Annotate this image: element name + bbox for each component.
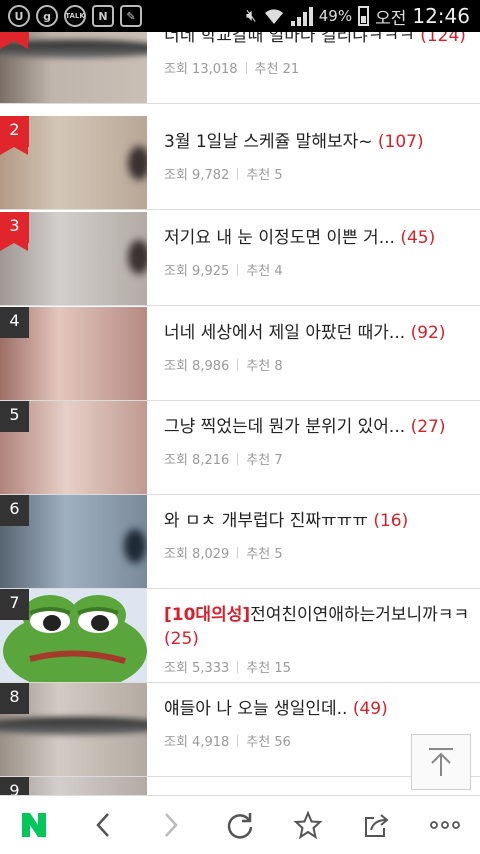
view-count: 조회 8,986 [164, 359, 230, 374]
view-count: 조회 8,216 [164, 453, 230, 468]
refresh-icon [227, 812, 252, 839]
rank-badge: 5 [0, 401, 29, 432]
bookmark-icon [293, 809, 323, 839]
post-title: [10대의성]전여친이연애하는거보니까ㅋㅋ (25) [164, 605, 470, 649]
more-icon [430, 820, 461, 829]
view-count: 조회 9,782 [164, 168, 230, 183]
forward-icon [165, 812, 178, 837]
list-item[interactable]: 8 얘들아 나 오늘 생일인데.. (49) 조회 4,918 추천 56 [0, 683, 480, 777]
list-item[interactable]: 3 저기요 내 눈 이정도면 이쁜 거... (45) 조회 9,925 추천 4 [0, 212, 480, 306]
post-title: 그냥 찍었는데 뭔가 분위기 있어... (27) [164, 417, 446, 437]
like-count: 추천 5 [246, 168, 283, 183]
rank-badge: 1 [0, 32, 29, 49]
share-button[interactable] [343, 796, 412, 854]
like-count: 추천 4 [246, 264, 283, 279]
rank-badge: 9 [0, 777, 29, 795]
view-count: 조회 8,029 [164, 547, 230, 562]
share-icon [364, 813, 389, 837]
like-count: 추천 5 [246, 547, 283, 562]
comment-count: (124) [420, 32, 466, 46]
post-title: 3월 1일날 스케쥴 말해보자~ (107) [164, 132, 424, 152]
comment-count: (45) [400, 228, 436, 248]
list-item[interactable]: 4 너네 세상에서 제일 아팠던 때가... (92) 조회 8,986 추천 8 [0, 307, 480, 401]
forward-button[interactable] [137, 796, 206, 854]
post-title: 너네 학교갈때 얼마나 걸리냐ㅋㅋㅋ (124) [164, 32, 470, 48]
view-count: 조회 9,925 [164, 264, 230, 279]
back-icon [96, 812, 109, 837]
u-plus-icon: U [8, 5, 30, 27]
rank-badge: 7 [0, 589, 29, 620]
scroll-top-icon [429, 748, 453, 776]
like-count: 추천 7 [246, 453, 283, 468]
post-title: 너네 세상에서 제일 아팠던 때가... (92) [164, 323, 446, 343]
bookmark-button[interactable] [274, 796, 343, 854]
like-count: 추천 56 [246, 735, 291, 750]
list-item[interactable]: 1 너네 학교갈때 얼마나 걸리냐ㅋㅋㅋ (124) 조회 13,018 추천 2… [0, 32, 480, 104]
status-bar: U g TALK N ✎ 🔇︎ 49% 오전 12:46 [0, 0, 480, 32]
comment-count: (49) [352, 699, 388, 719]
comment-count: (92) [410, 323, 446, 343]
refresh-button[interactable] [206, 796, 275, 854]
wifi-icon [264, 9, 283, 24]
signal-icon [290, 6, 313, 26]
rank-badge: 2 [0, 116, 29, 155]
like-count: 추천 21 [254, 62, 300, 77]
naver-home-button[interactable] [0, 796, 69, 854]
post-title: 와 ㅁㅊ 개부럽다 진짜ㅠㅠㅠ (16) [164, 511, 409, 531]
note-icon: ✎ [120, 5, 142, 27]
kakaotalk-icon: TALK [64, 5, 86, 27]
list-item[interactable]: 2 3월 1일날 스케쥴 말해보자~ (107) 조회 9,782 추천 5 [0, 116, 480, 210]
post-list: 1 너네 학교갈때 얼마나 걸리냐ㅋㅋㅋ (124) 조회 13,018 추천 2… [0, 32, 480, 795]
view-count: 조회 13,018 [164, 62, 238, 77]
g-app-icon: g [36, 5, 58, 27]
scroll-top-button[interactable] [411, 734, 471, 790]
more-button[interactable] [411, 796, 480, 854]
post-title: 얘들아 나 오늘 생일인데.. (49) [164, 699, 388, 719]
battery-percent: 49% [318, 7, 353, 25]
comment-count: (25) [164, 629, 199, 649]
list-item[interactable]: 6 와 ㅁㅊ 개부럽다 진짜ㅠㅠㅠ (16) 조회 8,029 추천 5 [0, 495, 480, 589]
naver-icon [22, 812, 47, 837]
list-item[interactable]: 5 그냥 찍었는데 뭔가 분위기 있어... (27) 조회 8,216 추천 7 [0, 401, 480, 495]
like-count: 추천 15 [246, 661, 291, 676]
browser-toolbar [0, 795, 480, 853]
comment-count: (107) [377, 132, 424, 152]
category-tag: [10대의성] [164, 605, 251, 625]
rank-badge: 3 [0, 212, 29, 251]
view-count: 조회 5,333 [164, 661, 230, 676]
rank-badge: 6 [0, 495, 29, 526]
mail-icon: N [92, 5, 114, 27]
comment-count: (16) [373, 511, 409, 531]
mute-icon: 🔇︎ [246, 6, 257, 26]
like-count: 추천 8 [246, 359, 283, 374]
list-item[interactable]: 9 [0, 777, 480, 795]
post-title: 저기요 내 눈 이정도면 이쁜 거... (45) [164, 228, 436, 248]
list-item[interactable]: 7 [10대의성]전여친이연애하는거보니까ㅋㅋ (25) 조회 5,333 추천 … [0, 589, 480, 683]
battery-icon [358, 6, 370, 26]
rank-badge: 8 [0, 683, 29, 714]
view-count: 조회 4,918 [164, 735, 230, 750]
back-button[interactable] [69, 796, 138, 854]
comment-count: (27) [410, 417, 446, 437]
am-pm: 오전 [375, 8, 407, 29]
rank-badge: 4 [0, 307, 29, 338]
clock: 12:46 [412, 4, 470, 28]
